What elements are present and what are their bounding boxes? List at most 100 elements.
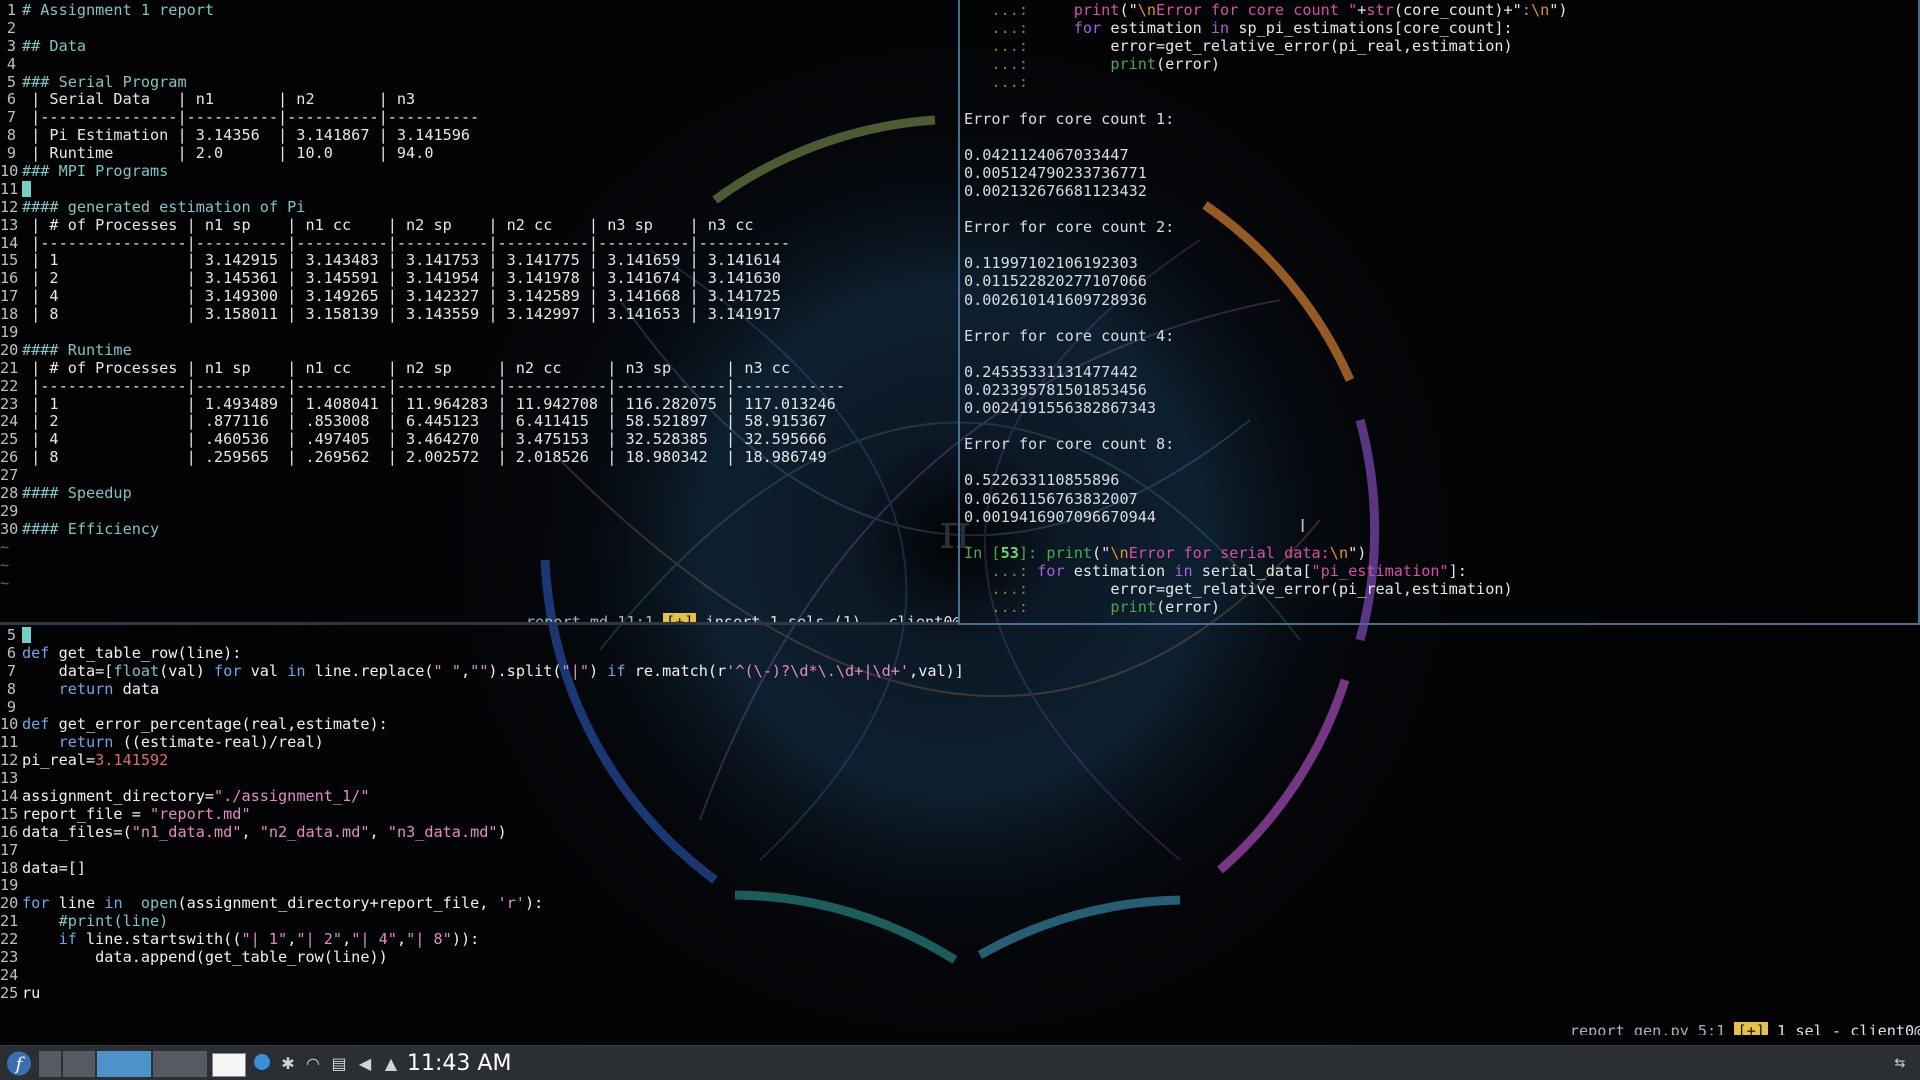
editor-line[interactable]: 25 | 4 | .460536 | .497405 | 3.464270 | … <box>0 430 958 449</box>
tray-expand-icon[interactable]: ▲ <box>381 1054 401 1074</box>
editor-line[interactable]: 30 #### Efficiency <box>0 520 958 539</box>
editor-line[interactable]: 12 pi_real=3.141592 <box>0 751 1920 770</box>
editor-line[interactable]: 25 ru <box>0 983 1920 1003</box>
clipboard-icon[interactable]: ▤ <box>329 1054 349 1074</box>
editor-line[interactable]: 14 assignment_directory="./assignment_1/" <box>0 787 1920 806</box>
workspace-3-button[interactable] <box>96 1050 152 1078</box>
workspace-1-button[interactable] <box>38 1050 62 1078</box>
code-token: (val) <box>159 661 215 680</box>
editor-line[interactable]: 18 | 8 | 3.158011 | 3.158139 | 3.143559 … <box>0 305 958 324</box>
editor-line[interactable]: 1 # Assignment 1 report <box>0 1 958 20</box>
editor-line[interactable]: 24 | 2 | .877116 | .853008 | 6.445123 | … <box>0 413 958 431</box>
line-text: |----------------|----------|----------|… <box>22 376 845 395</box>
editor-line[interactable]: 21 | # of Processes | n1 sp | n1 cc | n2… <box>0 358 958 378</box>
editor-line[interactable]: 17 | 4 | 3.149300 | 3.149265 | 3.142327 … <box>0 287 958 306</box>
ipython-terminal-pane[interactable]: ...: print("\nError for core count "+str… <box>958 0 1920 625</box>
python-buffer[interactable]: 5 6 def get_table_row(line): 7 data=[float(… <box>0 626 1920 1003</box>
code-token: "|" <box>561 661 589 680</box>
editor-line[interactable]: 7 |---------------|----------|----------… <box>0 108 958 127</box>
editor-line[interactable]: 4 <box>0 55 958 74</box>
editor-line[interactable]: 14 |----------------|----------|--------… <box>0 234 958 253</box>
editor-line[interactable]: 22 if line.startswith(("| 1","| 2","| 4"… <box>0 930 1920 949</box>
editor-line[interactable]: 20 for line in open(assignment_directory+… <box>0 894 1920 913</box>
line-number: 3 <box>6 36 16 55</box>
code-token: (error) <box>1156 598 1221 617</box>
workspace-4-button[interactable] <box>152 1050 208 1078</box>
line-text: ### MPI Programs <box>22 162 169 181</box>
python-status-line: report_gen.py 5:1 [+] 1 sel - client0@[4… <box>1515 1005 1920 1035</box>
editor-line[interactable]: 17 <box>0 841 1920 860</box>
markdown-buffer[interactable]: 1 # Assignment 1 report 2 3 ## Data 4 5 ### Ser… <box>0 1 958 592</box>
editor-line[interactable]: 8 | Pi Estimation | 3.14356 | 3.141867 |… <box>0 126 958 145</box>
tilde-marker: ~ <box>0 573 10 592</box>
chat-icon[interactable] <box>252 1054 272 1074</box>
editor-line[interactable]: 28 #### Speedup <box>0 484 958 503</box>
editor-line[interactable]: 19 <box>0 877 1920 895</box>
editor-line[interactable]: 20 #### Runtime <box>0 340 958 360</box>
editor-line[interactable]: 23 data.append(get_table_row(line)) <box>0 948 1920 967</box>
code-token: + <box>1357 1 1367 19</box>
editor-line[interactable]: 3 ## Data <box>0 36 958 56</box>
continuation-prompt: ...: <box>964 19 1074 38</box>
editor-line[interactable]: 27 <box>0 466 958 485</box>
terminal-line: ...: print(error) <box>964 598 1918 617</box>
editor-line[interactable]: 21 #print(line) <box>0 912 1920 931</box>
line-number: 21 <box>0 358 19 377</box>
editor-line[interactable]: 13 <box>0 769 1920 788</box>
markdown-editor-pane[interactable]: 1 # Assignment 1 report 2 3 ## Data 4 5 ### Ser… <box>0 0 958 622</box>
window-icon[interactable] <box>212 1053 246 1077</box>
editor-line[interactable]: 11 <box>0 180 958 199</box>
python-editor-pane[interactable]: 5 6 def get_table_row(line): 7 data=[float(… <box>0 625 1920 1035</box>
volume-muted-icon[interactable]: ◀ <box>355 1054 375 1074</box>
code-token: in <box>287 661 306 680</box>
editor-line[interactable]: 5 <box>0 626 1920 645</box>
code-token: print <box>1073 1 1120 19</box>
editor-line[interactable]: 15 | 1 | 3.142915 | 3.143483 | 3.141753 … <box>0 252 958 270</box>
editor-line[interactable]: 24 <box>0 966 1920 985</box>
line-number: 20 <box>0 340 19 359</box>
editor-line[interactable]: 18 data=[] <box>0 859 1920 878</box>
editor-line[interactable]: 15 report_file = "report.md" <box>0 805 1920 824</box>
editor-line[interactable]: 6 def get_table_row(line): <box>0 644 1920 663</box>
wifi-icon[interactable]: ◠ <box>303 1054 323 1074</box>
modified-badge: [+] <box>1734 1021 1768 1035</box>
line-number: 10 <box>0 715 19 734</box>
line-number: 2 <box>6 18 16 37</box>
code-token: , <box>460 661 471 680</box>
clock[interactable]: 11:43 AM <box>407 1051 511 1076</box>
code-token: "n3_data.md" <box>387 822 498 841</box>
editor-line[interactable]: 29 <box>0 502 958 521</box>
line-number: 24 <box>0 412 19 431</box>
editor-line[interactable]: 11 return ((estimate-real)/real) <box>0 733 1920 752</box>
editor-line[interactable]: 12 #### generated estimation of Pi <box>0 198 958 217</box>
line-number: 6 <box>6 90 16 109</box>
editor-line[interactable]: 10 def get_error_percentage(real,estimate… <box>0 716 1920 734</box>
show-desktop-icon[interactable]: ⇆ <box>1890 1054 1910 1074</box>
editor-line[interactable]: 5 ### Serial Program <box>0 73 958 92</box>
editor-line[interactable]: 19 <box>0 323 958 342</box>
editor-line[interactable]: 2 <box>0 18 958 38</box>
code-token: (error) <box>1156 55 1221 74</box>
bluetooth-icon[interactable]: ✱ <box>278 1054 298 1074</box>
editor-line[interactable]: 10 ### MPI Programs <box>0 162 958 181</box>
editor-line[interactable]: 16 data_files=("n1_data.md", "n2_data.md"… <box>0 822 1920 842</box>
line-number: 25 <box>0 983 19 1002</box>
line-text: # Assignment 1 report <box>22 1 215 19</box>
editor-line[interactable]: 16 | 2 | 3.145361 | 3.145591 | 3.141954 … <box>0 269 958 288</box>
fedora-logo-icon[interactable]: f <box>4 1046 34 1080</box>
editor-line[interactable]: 22 |----------------|----------|--------… <box>0 376 958 396</box>
editor-line[interactable]: 9 <box>0 698 1920 717</box>
editor-line[interactable]: 13 | # of Processes | n1 sp | n1 cc | n2… <box>0 216 958 235</box>
workspace-2-button[interactable] <box>62 1050 96 1078</box>
code-token: :\n <box>1521 1 1550 19</box>
continuation-prompt: ...: <box>964 73 1029 92</box>
code-token: in <box>1174 561 1193 580</box>
ipython-output[interactable]: ...: print("\nError for core count "+str… <box>964 1 1918 617</box>
editor-line[interactable]: 7 data=[float(val) for val in line.repla… <box>0 661 1920 681</box>
editor-line[interactable]: 8 return data <box>0 680 1920 699</box>
output-line: 0.023395781501853456 <box>964 380 1147 399</box>
editor-line[interactable]: 23 | 1 | 1.493489 | 1.408041 | 11.964283… <box>0 395 958 414</box>
editor-line[interactable]: 6 | Serial Data | n1 | n2 | n3 <box>0 91 958 109</box>
editor-line[interactable]: 26 | 8 | .259565 | .269562 | 2.002572 | … <box>0 448 958 467</box>
editor-line[interactable]: 9 | Runtime | 2.0 | 10.0 | 94.0 <box>0 144 958 163</box>
